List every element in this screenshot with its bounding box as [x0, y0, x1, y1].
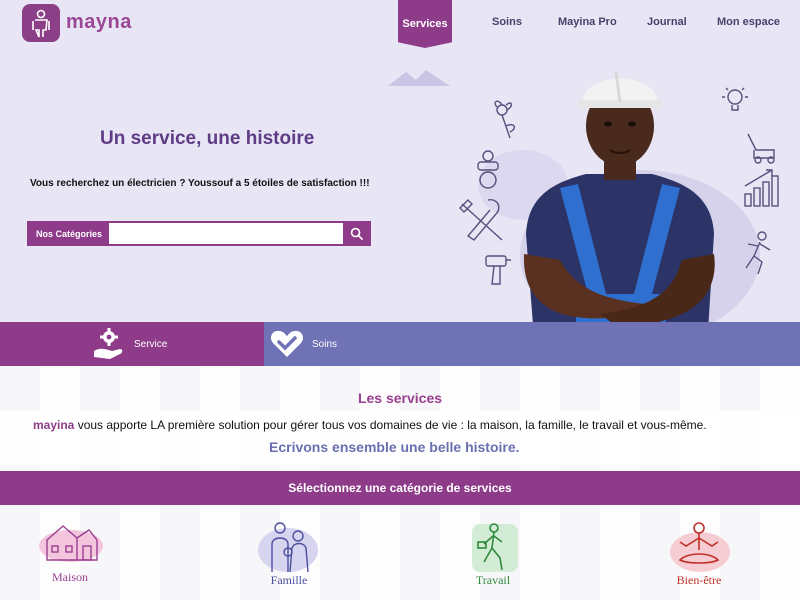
tools-icon — [459, 199, 503, 241]
meditation-icon — [670, 522, 730, 572]
nav-journal[interactable]: Journal — [647, 16, 687, 28]
house-icon — [39, 525, 103, 562]
main-nav: Services Soins Mayina Pro Journal Mon es… — [0, 0, 800, 48]
walking-worker-icon — [472, 523, 518, 572]
tab-soins[interactable]: Soins — [264, 322, 800, 366]
category-bien-etre[interactable]: Bien-être — [654, 512, 744, 597]
search-button[interactable] — [343, 223, 369, 244]
category-travail-label: Travail — [475, 573, 511, 587]
nav-mayina-pro[interactable]: Mayina Pro — [558, 16, 617, 28]
hero-section: Un service, une histoire Vous recherchez… — [0, 0, 800, 322]
tab-service[interactable]: Service — [0, 322, 264, 366]
tab-soins-label: Soins — [312, 338, 338, 350]
mountain-icon — [388, 70, 450, 86]
heart-check-icon — [270, 330, 304, 357]
worker-illustration — [523, 71, 715, 322]
category-search: Nos Catégories — [27, 221, 371, 246]
category-bien-etre-label: Bien-être — [676, 573, 722, 587]
search-category-label[interactable]: Nos Catégories — [29, 223, 109, 244]
category-travail[interactable]: Travail — [448, 512, 538, 597]
runner-icon — [745, 231, 771, 275]
tab-service-label: Service — [134, 338, 168, 350]
search-icon — [350, 227, 363, 240]
category-famille[interactable]: Famille — [244, 512, 334, 597]
hero-title: Un service, une histoire — [100, 128, 315, 149]
nav-soins[interactable]: Soins — [492, 16, 522, 28]
services-description-text: vous apporte LA première solution pour g… — [74, 418, 707, 432]
category-famille-label: Famille — [270, 573, 308, 587]
category-maison-label: Maison — [52, 570, 88, 584]
services-title: Les services — [357, 390, 443, 406]
family-icon — [258, 522, 318, 573]
search-input[interactable] — [109, 223, 343, 244]
services-brand: mayina — [33, 418, 75, 432]
hand-gear-icon — [94, 328, 123, 359]
header: mayna Services Soins Mayina Pro Journal … — [0, 0, 800, 48]
growth-chart-icon — [744, 169, 779, 207]
baby-bottle-icon — [477, 150, 499, 189]
services-tagline: Ecrivons ensemble une belle histoire. — [269, 439, 520, 455]
drill-icon — [485, 255, 511, 285]
nav-mon-espace[interactable]: Mon espace — [717, 16, 780, 28]
hero-subtitle: Vous recherchez un électricien ? Youssou… — [30, 178, 370, 189]
services-description: mayina vous apporte LA première solution… — [33, 418, 707, 432]
category-maison[interactable]: Maison — [25, 512, 115, 597]
lightbulb-icon — [722, 87, 748, 111]
nav-services[interactable]: Services — [398, 0, 452, 48]
category-bar: Sélectionnez une catégorie de services — [0, 471, 800, 505]
lawnmower-icon — [747, 133, 775, 164]
